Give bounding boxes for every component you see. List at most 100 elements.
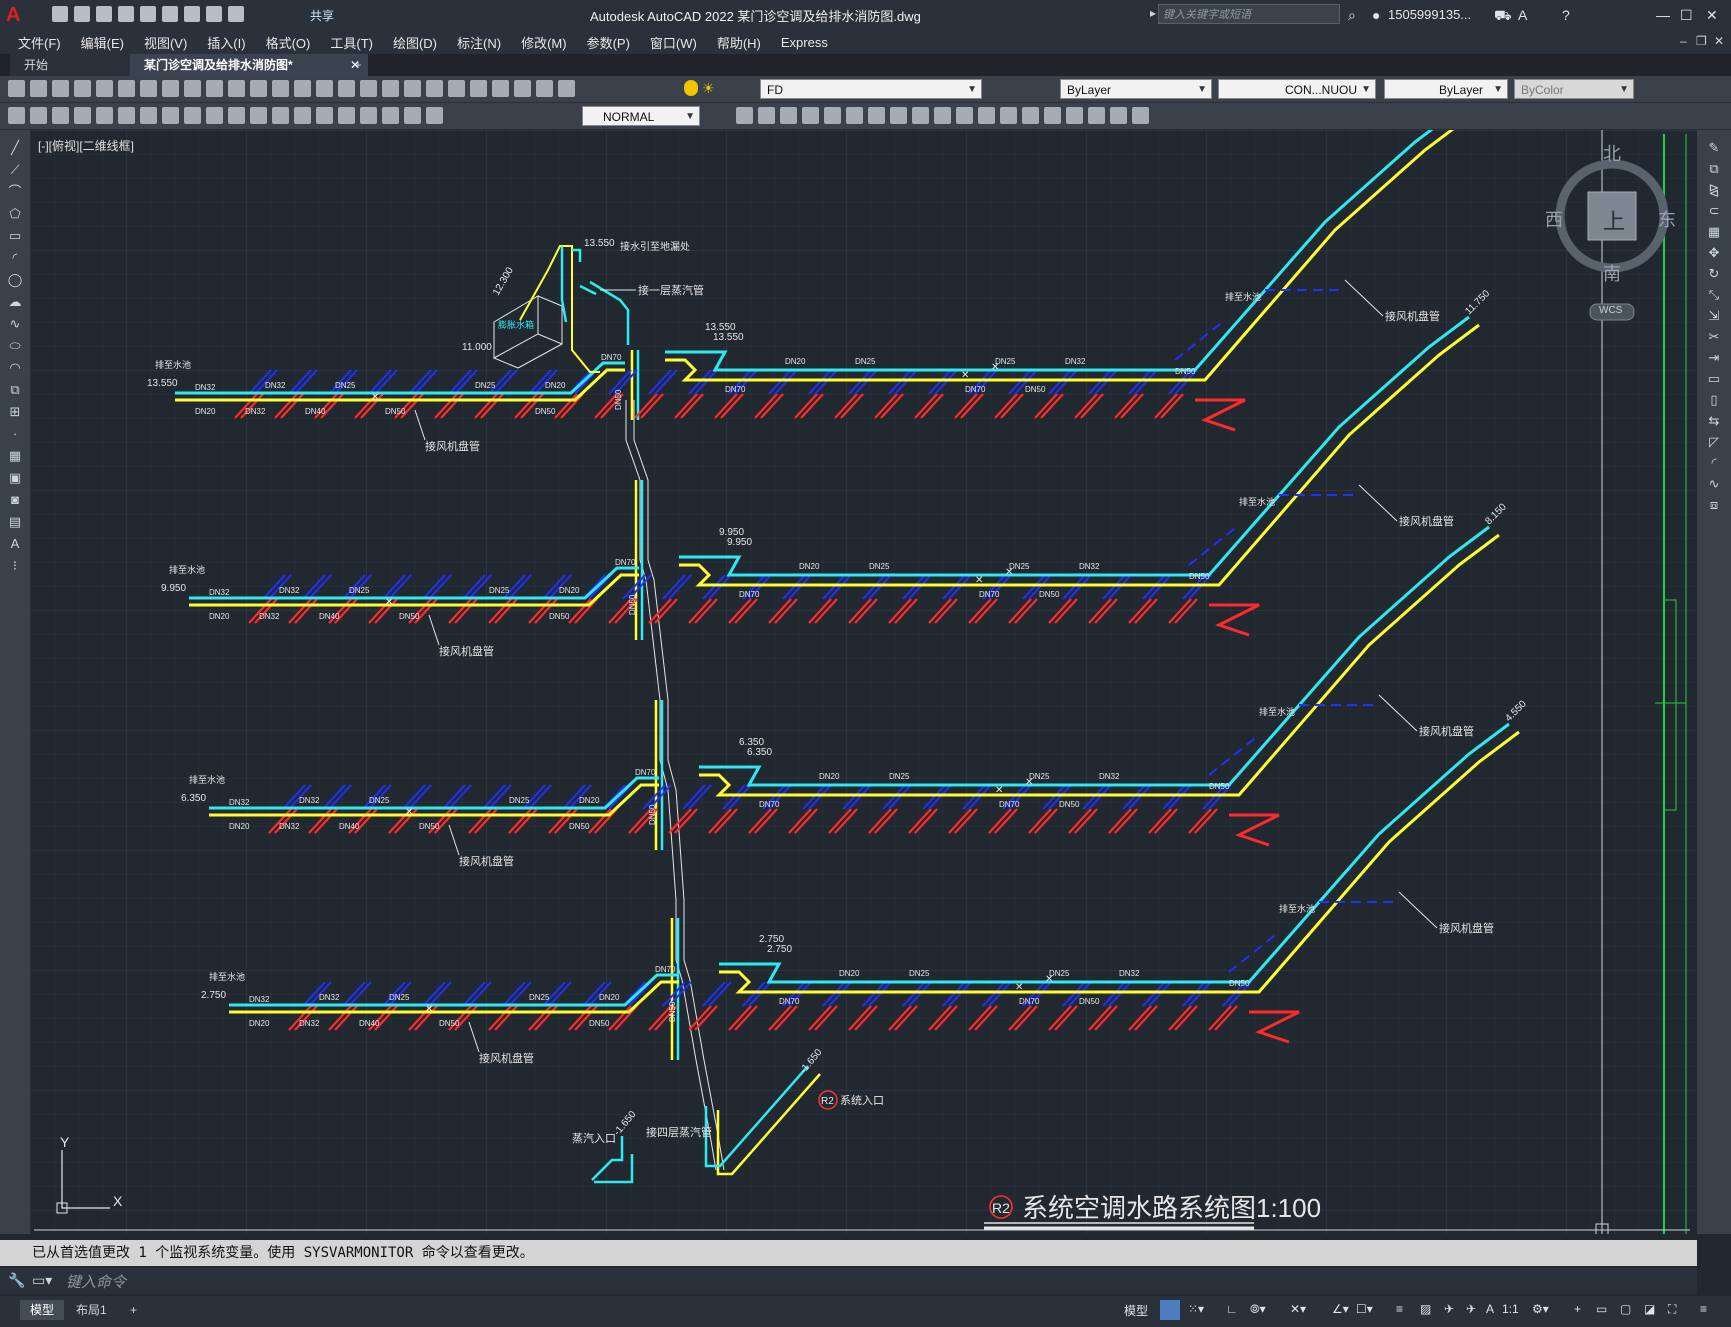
copy-icon[interactable]: ⧉ xyxy=(1706,161,1722,177)
menu-window[interactable]: 窗口(W) xyxy=(640,33,707,52)
menu-view[interactable]: 视图(V) xyxy=(134,33,197,52)
autocad-logo-icon[interactable]: A xyxy=(6,4,28,26)
doc-restore-icon[interactable]: ❐ xyxy=(1696,34,1707,48)
center-mark-icon[interactable] xyxy=(316,107,333,124)
publish-icon[interactable] xyxy=(118,80,135,97)
extend-icon[interactable] xyxy=(1022,107,1039,124)
linetype-dropdown[interactable]: CON...NUOU ▼ xyxy=(1218,79,1376,99)
construction-line-icon[interactable]: ⟋ xyxy=(7,162,23,178)
sheet-set-icon[interactable] xyxy=(470,80,487,97)
lineweight-dropdown[interactable]: ByLayer ▼ xyxy=(1384,79,1508,99)
transparency-icon[interactable]: ▨ xyxy=(1420,1302,1431,1320)
chamfer-icon[interactable] xyxy=(1088,107,1105,124)
break-point-icon[interactable]: ▭ xyxy=(1706,371,1722,387)
wcs-menu[interactable]: WCS xyxy=(1599,305,1622,316)
dimstyle-dropdown[interactable]: NORMAL ▼ xyxy=(582,106,700,126)
doc-close-icon[interactable]: ✕ xyxy=(1714,34,1724,48)
join-icon[interactable]: ⇆ xyxy=(1706,413,1722,429)
viewcube-north[interactable]: 北 xyxy=(1603,140,1621,166)
menu-tools[interactable]: 工具(T) xyxy=(320,33,383,52)
menu-help[interactable]: 帮助(H) xyxy=(707,33,771,52)
design-center-icon[interactable] xyxy=(426,80,443,97)
gradient-icon[interactable]: ▣ xyxy=(7,470,23,486)
quick-properties-icon[interactable]: ▢ xyxy=(1620,1302,1631,1320)
extend-icon[interactable]: ⇥ xyxy=(1706,350,1722,366)
dim-linear-icon[interactable] xyxy=(8,107,25,124)
menu-modify[interactable]: 修改(M) xyxy=(511,33,577,52)
wrench-icon[interactable]: 🔧 xyxy=(8,1272,25,1289)
open-file-icon[interactable] xyxy=(74,6,90,22)
table-icon[interactable]: ▤ xyxy=(7,514,23,530)
line-icon[interactable]: ╱ xyxy=(7,140,23,156)
dim-continue-icon[interactable] xyxy=(228,107,245,124)
dim-ordinate-icon[interactable] xyxy=(74,107,91,124)
search-icon[interactable]: ⌕ xyxy=(1348,0,1356,30)
menu-parametric[interactable]: 参数(P) xyxy=(577,33,640,52)
ellipse-icon[interactable]: ⬭ xyxy=(7,338,23,354)
undo-icon[interactable] xyxy=(272,80,289,97)
polar-toggle-icon[interactable]: ⦾▾ xyxy=(1250,1302,1266,1320)
menu-file[interactable]: 文件(F) xyxy=(8,33,71,52)
trim-icon[interactable]: ✂ xyxy=(1706,329,1722,345)
save-web-icon[interactable] xyxy=(162,6,178,22)
command-input[interactable] xyxy=(64,1270,1668,1294)
redo-icon[interactable] xyxy=(294,80,311,97)
move-icon[interactable] xyxy=(824,107,841,124)
annotation-visibility-icon[interactable]: ✈ xyxy=(1444,1302,1454,1320)
viewcube-top-face[interactable]: 上 xyxy=(1603,204,1625,236)
pan-icon[interactable] xyxy=(316,80,333,97)
cut-icon[interactable] xyxy=(162,80,179,97)
dim-diameter-icon[interactable] xyxy=(140,107,157,124)
rotate-icon[interactable] xyxy=(934,107,951,124)
array-icon[interactable] xyxy=(912,107,929,124)
help-icon[interactable]: ? xyxy=(1562,0,1570,30)
dim-space-icon[interactable] xyxy=(250,107,267,124)
bring-above-icon[interactable] xyxy=(780,107,797,124)
layout-tab-model[interactable]: 模型 xyxy=(20,1300,65,1320)
markup-icon[interactable] xyxy=(492,80,509,97)
mirror-icon[interactable] xyxy=(868,107,885,124)
mtext-icon[interactable]: A xyxy=(7,536,23,552)
menu-express[interactable]: Express xyxy=(771,35,838,50)
model-space-toggle[interactable]: 模型 xyxy=(1124,1302,1148,1320)
hatch-icon[interactable]: ▦ xyxy=(7,448,23,464)
minimize-icon[interactable]: — xyxy=(1656,0,1670,30)
cart-icon[interactable]: ⛟ xyxy=(1494,0,1512,30)
arc-icon[interactable]: ◜ xyxy=(7,250,23,266)
save-icon[interactable] xyxy=(52,80,69,97)
open-icon[interactable] xyxy=(30,80,47,97)
viewcube-west[interactable]: 西 xyxy=(1545,206,1563,232)
redo-icon[interactable] xyxy=(228,6,244,22)
tab-document[interactable]: 某门诊空调及给排水消防图* ✕ xyxy=(130,54,368,76)
make-block-icon[interactable]: ⊞ xyxy=(7,404,23,420)
color-dropdown[interactable]: ByLayer ▼ xyxy=(1060,79,1212,99)
mirror-icon[interactable]: ⧎ xyxy=(1706,182,1722,198)
3dprint-icon[interactable] xyxy=(140,80,157,97)
snap-toggle-icon[interactable]: ⁙▾ xyxy=(1188,1302,1204,1320)
match-properties-icon[interactable] xyxy=(228,80,245,97)
dim-radius-icon[interactable] xyxy=(96,107,113,124)
polyline-icon[interactable]: ⌒ xyxy=(7,184,23,200)
block-editor-icon[interactable] xyxy=(250,80,267,97)
fillet-icon[interactable] xyxy=(1110,107,1127,124)
annotation-monitor-icon[interactable]: + xyxy=(1574,1302,1581,1320)
erase-icon[interactable]: ✎ xyxy=(1706,140,1722,156)
maximize-icon[interactable]: ☐ xyxy=(1680,0,1693,30)
layer-on-icon[interactable] xyxy=(684,80,698,96)
add-selected-icon[interactable]: ⁝ xyxy=(7,558,23,574)
help-search-input[interactable]: 键入关键字或短语 xyxy=(1158,4,1340,24)
stretch-icon[interactable]: ⇲ xyxy=(1706,308,1722,324)
doc-minimize-icon[interactable]: – xyxy=(1680,34,1687,48)
close-icon[interactable]: ✕ xyxy=(1706,0,1718,30)
viewcube-east[interactable]: 东 xyxy=(1658,206,1676,232)
clean-screen-icon[interactable]: ⛶ xyxy=(1668,1302,1676,1320)
autoscale-icon[interactable]: ✈ xyxy=(1466,1302,1476,1320)
zoom-previous-icon[interactable] xyxy=(382,80,399,97)
osnap-toggle-icon[interactable]: ☐▾ xyxy=(1356,1302,1373,1320)
fillet-icon[interactable]: ◜ xyxy=(1706,455,1722,471)
user-icon[interactable]: ● xyxy=(1372,0,1380,30)
point-icon[interactable]: · xyxy=(7,426,23,442)
offset-icon[interactable]: ⊂ xyxy=(1706,203,1722,219)
viewcube[interactable]: 北 南 东 西 上 WCS xyxy=(1540,140,1676,330)
join-icon[interactable] xyxy=(1066,107,1083,124)
